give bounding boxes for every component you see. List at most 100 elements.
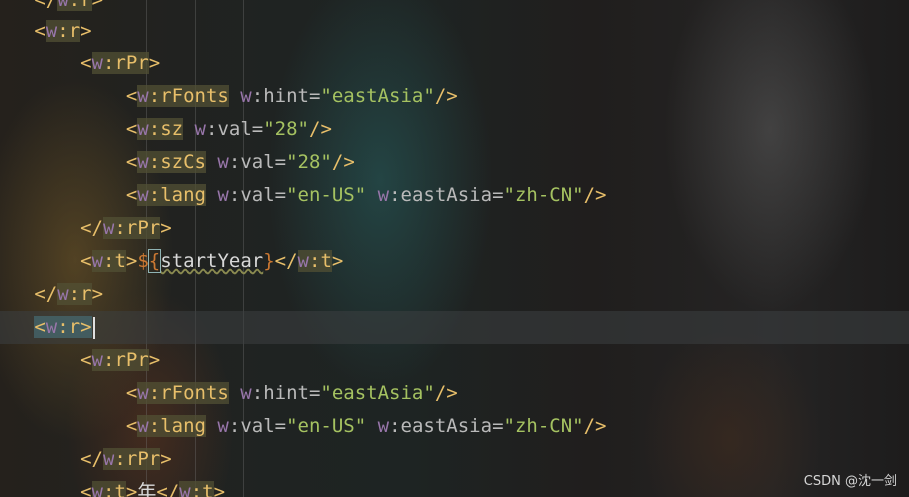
xml-namespace: w [137, 85, 149, 107]
watermark: CSDN @沈一剑 [803, 474, 897, 489]
xml-bracket: > [91, 0, 104, 11]
code-line[interactable]: </w:r> [0, 278, 909, 311]
code-line[interactable]: <w:rFonts w:hint="eastAsia"/> [0, 377, 909, 410]
xml-tag-name: t [114, 250, 126, 272]
xml-equals: = [492, 415, 504, 437]
xml-attr-name: val [240, 415, 275, 437]
xml-colon: : [68, 283, 81, 305]
xml-bracket: < [34, 316, 46, 338]
code-editor[interactable]: </w:r> <w:r> <w:rPr> <w:rFonts w:hint="e… [0, 0, 909, 497]
xml-bracket: </ [80, 448, 103, 470]
xml-attr-value: "en-US" [286, 415, 367, 437]
code-line[interactable]: </w:rPr> [0, 212, 909, 245]
xml-colon: : [102, 52, 115, 74]
template-brace-close: } [263, 250, 275, 272]
xml-bracket: > [91, 283, 104, 305]
xml-attr-name: eastAsia [400, 415, 493, 437]
xml-bracket: < [80, 349, 92, 371]
xml-bracket: < [125, 382, 138, 404]
xml-colon: : [114, 217, 126, 239]
xml-bracket: > [125, 250, 138, 272]
code-line[interactable]: <w:rFonts w:hint="eastAsia"/> [0, 80, 909, 113]
code-line-current[interactable]: <w:r> [0, 311, 909, 344]
xml-attr-name: eastAsia [400, 184, 493, 206]
xml-colon: : [148, 184, 161, 206]
xml-colon: : [102, 349, 115, 371]
xml-bracket: > [80, 20, 92, 42]
xml-bracket: /> [583, 184, 607, 206]
xml-colon: : [251, 85, 264, 107]
code-line[interactable]: <w:rPr> [0, 344, 909, 377]
xml-equals: = [308, 85, 321, 107]
xml-attr-name: val [240, 184, 275, 206]
xml-attr-name: hint [263, 382, 309, 404]
xml-attr-value: "eastAsia" [320, 85, 435, 107]
code-line[interactable]: <w:t>年</w:t> [0, 476, 909, 497]
xml-tag-name: t [114, 481, 126, 497]
xml-colon: : [190, 481, 203, 497]
xml-colon: : [68, 0, 81, 11]
xml-tag-name: rFonts [160, 85, 229, 107]
xml-tag-name: rPr [125, 448, 161, 470]
xml-bracket: < [125, 184, 138, 206]
xml-bracket: < [80, 52, 92, 74]
xml-attr-namespace: w [217, 184, 229, 206]
code-line[interactable]: <w:rPr> [0, 47, 909, 80]
xml-bracket: < [125, 85, 138, 107]
template-brace-open: { [147, 249, 162, 273]
xml-namespace: w [91, 349, 103, 371]
xml-attr-value: "zh-CN" [503, 184, 584, 206]
xml-attr-name: val [240, 151, 275, 173]
template-variable[interactable]: startYear [160, 250, 263, 272]
xml-bracket: < [125, 151, 138, 173]
xml-tag-name: t [320, 250, 332, 272]
xml-namespace: w [91, 481, 103, 497]
code-line[interactable]: <w:szCs w:val="28"/> [0, 146, 909, 179]
xml-bracket: </ [156, 481, 180, 497]
code-line[interactable]: <w:t>${startYear}</w:t> [0, 245, 909, 278]
xml-bracket: /> [583, 415, 607, 437]
xml-colon: : [148, 118, 161, 140]
xml-attr-value: "eastAsia" [320, 382, 435, 404]
xml-equals: = [274, 151, 287, 173]
code-line[interactable]: </w:rPr> [0, 443, 909, 476]
xml-colon: : [114, 448, 126, 470]
xml-attr-value: "28" [263, 118, 309, 140]
xml-tag-name: lang [160, 184, 206, 206]
code-line[interactable]: <w:r> [0, 15, 909, 48]
xml-tag-name: rPr [114, 349, 149, 371]
xml-bracket: > [125, 481, 138, 497]
xml-bracket: > [160, 217, 172, 239]
xml-colon: : [206, 118, 218, 140]
xml-namespace: w [57, 0, 69, 11]
code-line[interactable]: <w:lang w:val="en-US" w:eastAsia="zh-CN"… [0, 410, 909, 443]
xml-namespace: w [137, 415, 149, 437]
xml-bracket: > [148, 52, 161, 74]
xml-tag-name: rPr [114, 52, 149, 74]
xml-attr-namespace: w [217, 151, 229, 173]
xml-bracket: > [331, 250, 344, 272]
xml-colon: : [57, 316, 69, 338]
xml-bracket: > [80, 316, 92, 338]
xml-attr-namespace: w [194, 118, 206, 140]
xml-namespace: w [137, 184, 149, 206]
xml-colon: : [389, 184, 401, 206]
xml-bracket: > [148, 349, 161, 371]
xml-attr-namespace: w [217, 415, 229, 437]
xml-colon: : [102, 250, 115, 272]
xml-tag-name: szCs [160, 151, 206, 173]
xml-tag-name: sz [160, 118, 184, 140]
code-line[interactable]: <w:lang w:val="en-US" w:eastAsia="zh-CN"… [0, 179, 909, 212]
xml-namespace: w [102, 448, 115, 470]
code-line[interactable]: <w:sz w:val="28"/> [0, 113, 909, 146]
xml-attr-namespace: w [377, 415, 390, 437]
